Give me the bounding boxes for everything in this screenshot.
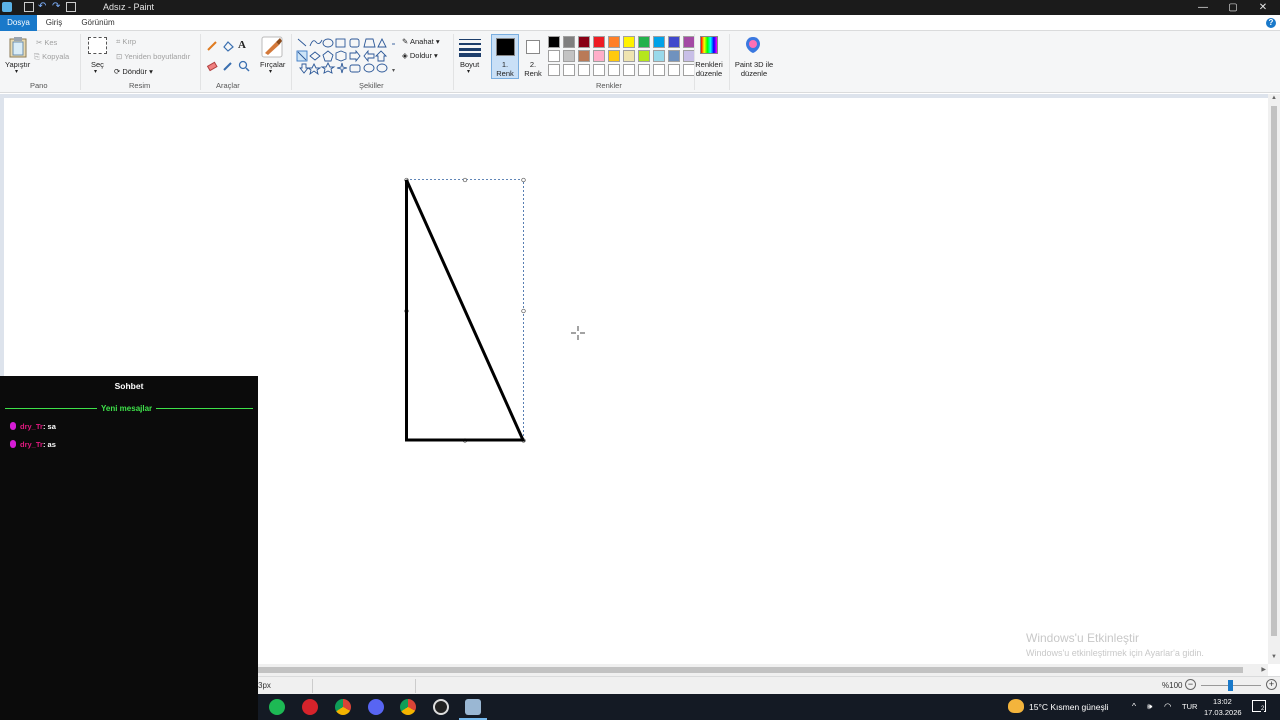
microphone-icon [10,422,16,430]
vertical-scroll-thumb[interactable] [1271,106,1277,636]
chat-text: : as [42,440,56,449]
chat-username: dry_Tr [20,440,43,449]
zoom-slider-thumb[interactable] [1228,680,1233,691]
discord-icon[interactable] [368,699,384,715]
crosshair-cursor [571,326,585,340]
chrome-icon[interactable] [400,699,416,715]
notifications-count: 2 [1261,706,1265,712]
vertical-scrollbar[interactable]: ▲ ▼ [1268,94,1280,664]
taskbar: 15°C Kısmen güneşli ^ 🕪 ◠ TUR 13:02 17.0… [258,694,1280,720]
brush-size-status: 3px [258,681,271,690]
clock-time[interactable]: 13:02 [1213,697,1232,706]
chat-title: Sohbet [114,381,144,391]
divider [415,679,416,693]
zoom-level: %100 [1162,681,1183,690]
weather-text[interactable]: 15°C Kısmen güneşli [1029,702,1108,712]
clock-date[interactable]: 17.03.2026 [1204,708,1242,717]
divider [312,679,313,693]
network-icon[interactable]: ◠ [1164,701,1171,712]
zoom-out-icon[interactable]: − [1185,679,1196,690]
horizontal-scrollbar[interactable]: ▶ [258,664,1268,676]
opera-icon[interactable] [302,699,318,715]
chat-overlay: Sohbet Yeni mesajlar dry_Tr: sa dry_Tr: … [0,376,258,720]
chat-username: dry_Tr [20,422,43,431]
language-indicator[interactable]: TUR [1182,702,1197,711]
obs-icon[interactable] [433,699,449,715]
triangle-shape [405,179,526,442]
new-messages-label: Yeni mesajlar [97,404,157,413]
activation-watermark-title: Windows'u Etkinleştir [1026,631,1139,645]
show-hidden-icons-icon[interactable]: ^ [1132,701,1136,711]
paint-taskbar-icon[interactable] [465,699,481,715]
spotify-icon[interactable] [269,699,285,715]
activation-watermark-subtitle: Windows'u etkinleştirmek için Ayarlar'a … [1026,648,1204,658]
scroll-up-icon[interactable]: ▲ [1271,95,1277,101]
microphone-icon [10,440,16,448]
chat-message: dry_Tr: sa [10,422,56,431]
status-bar: 3px %100 − + [258,676,1280,694]
weather-icon[interactable] [1008,699,1024,713]
chat-text: : sa [42,422,56,431]
chrome-icon[interactable] [335,699,351,715]
zoom-in-icon[interactable]: + [1266,679,1277,690]
scroll-right-icon[interactable]: ▶ [1261,666,1266,673]
volume-icon[interactable]: 🕪 [1147,701,1152,712]
chat-message: dry_Tr: as [10,440,56,449]
horizontal-scroll-thumb[interactable] [258,667,1243,673]
scroll-down-icon[interactable]: ▼ [1271,654,1277,660]
